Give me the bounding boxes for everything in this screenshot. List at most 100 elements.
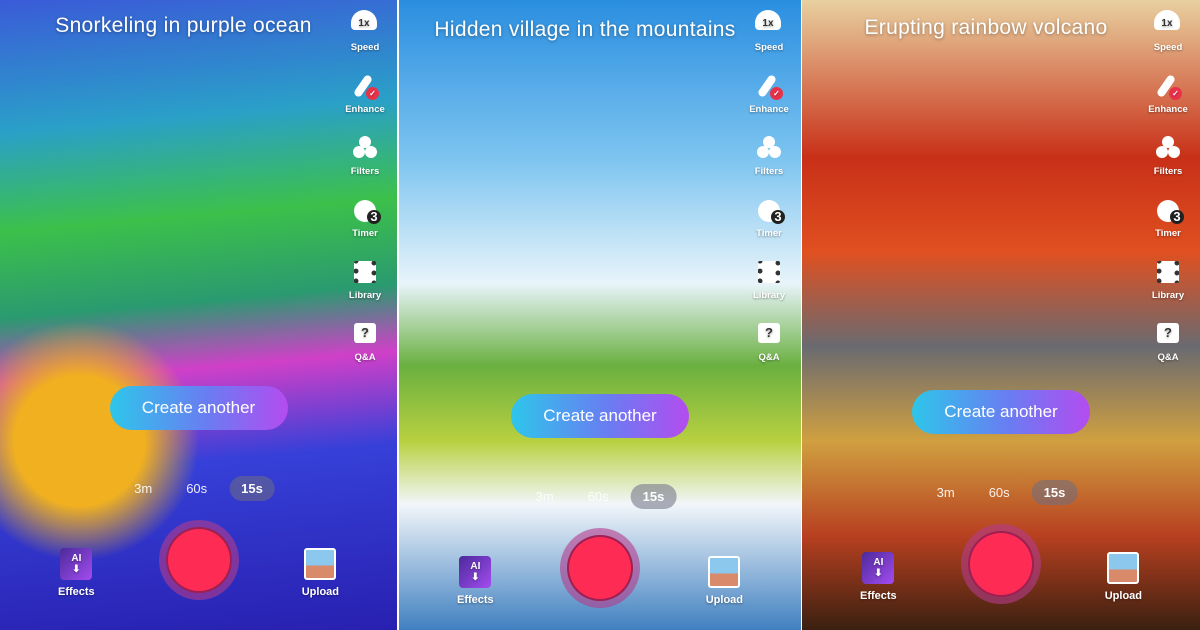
timer-icon: 3 [755,196,785,224]
magic-wand-icon: ✓ [1154,72,1182,100]
duration-tab-3m[interactable]: 3m [524,484,566,509]
camera-panel: Erupting rainbow volcano 1x Speed ✓ Enha… [802,0,1200,630]
side-item-label: Enhance [1148,104,1188,115]
duration-tab-3m[interactable]: 3m [925,480,967,505]
side-item-enhance[interactable]: ✓ Enhance [749,72,789,134]
ai-badge: AI [71,553,82,564]
film-library-icon [351,258,379,286]
create-another-button[interactable]: Create another [109,386,288,430]
side-item-qa[interactable]: ? Q&A [351,320,379,382]
side-item-label: Q&A [1157,352,1179,363]
side-item-timer[interactable]: 3 Timer [1154,196,1184,258]
filters-icon [1154,134,1182,162]
side-item-timer[interactable]: 3 Timer [755,196,785,258]
ai-badge: AI [873,557,884,568]
prompt-title: Hidden village in the mountains [434,18,736,41]
duration-tab-60s[interactable]: 60s [576,484,621,509]
timer-badge: 3 [1170,210,1184,224]
side-item-library[interactable]: Library [349,258,381,320]
image-upload-icon [708,556,741,588]
side-item-filters[interactable]: Filters [1153,134,1183,196]
duration-tabs: 3m 60s 15s [122,476,275,501]
side-item-label: Filters [350,166,380,177]
side-item-label: Enhance [749,104,789,115]
side-item-label: Library [348,290,382,301]
side-toolbar: 1x Speed ✓ Enhance Filters 3 Timer Libra… [339,10,391,382]
side-item-library[interactable]: Library [1152,258,1184,320]
speed-badge: 1x [350,10,377,30]
film-library-icon [755,258,783,286]
side-item-speed[interactable]: 1x Speed [1153,10,1183,72]
side-item-speed[interactable]: 1x Speed [350,10,380,72]
ai-badge: AI [470,561,481,572]
side-item-label: Speed [350,42,380,53]
side-item-enhance[interactable]: ✓ Enhance [345,72,385,134]
side-item-filters[interactable]: Filters [350,134,380,196]
upload-label: Upload [705,594,743,606]
effects-button[interactable]: AI ⬇ Effects [58,548,95,598]
side-item-label: Q&A [354,352,376,363]
side-item-enhance[interactable]: ✓ Enhance [1148,72,1188,134]
side-item-label: Filters [1153,166,1183,177]
create-another-button[interactable]: Create another [511,394,689,438]
side-item-label: Timer [756,228,782,239]
side-item-label: Library [1151,290,1185,301]
speed-gauge-icon: 1x [754,10,783,38]
image-upload-icon [1107,552,1140,584]
duration-tab-60s[interactable]: 60s [174,476,219,501]
side-toolbar: 1x Speed ✓ Enhance Filters 3 Timer Libra… [1142,10,1194,382]
upload-label: Upload [301,586,339,598]
question-bubble-icon: ? [1154,320,1182,348]
image-upload-icon [304,548,337,580]
create-another-button[interactable]: Create another [912,390,1090,434]
record-button[interactable] [961,524,1041,604]
duration-tab-15s[interactable]: 15s [1031,480,1078,505]
side-item-label: Timer [352,228,378,239]
side-item-library[interactable]: Library [753,258,785,320]
timer-badge: 3 [367,210,381,224]
record-dot [567,535,633,601]
duration-tabs: 3m 60s 15s [524,484,677,509]
record-button[interactable] [560,528,640,608]
effects-button[interactable]: AI ⬇ Effects [860,552,897,602]
qa-badge: ? [354,323,376,343]
timer-icon: 3 [1154,196,1184,224]
prompt-title: Snorkeling in purple ocean [55,14,312,37]
side-item-filters[interactable]: Filters [755,134,783,196]
side-item-qa[interactable]: ? Q&A [755,320,783,382]
camera-panel: Snorkeling in purple ocean 1x Speed ✓ En… [0,0,397,630]
side-item-timer[interactable]: 3 Timer [351,196,381,258]
qa-badge: ? [1157,323,1179,343]
upload-button[interactable]: Upload [706,556,743,606]
upload-label: Upload [1104,590,1142,602]
question-bubble-icon: ? [755,320,783,348]
upload-button[interactable]: Upload [302,548,339,598]
duration-tab-15s[interactable]: 15s [229,476,275,501]
question-bubble-icon: ? [351,320,379,348]
record-button[interactable] [158,520,239,600]
record-dot [968,531,1034,597]
filters-icon [351,134,379,162]
effects-button[interactable]: AI ⬇ Effects [457,556,494,606]
duration-tab-15s[interactable]: 15s [630,484,677,509]
effects-label: Effects [58,586,95,598]
duration-tabs: 3m 60s 15s [925,480,1078,505]
qa-badge: ? [758,323,780,343]
duration-tab-3m[interactable]: 3m [122,476,164,501]
ai-effects-icon: AI ⬇ [60,548,93,580]
upload-button[interactable]: Upload [1105,552,1142,602]
speed-badge: 1x [1153,10,1180,30]
timer-badge: 3 [771,210,785,224]
speed-gauge-icon: 1x [1153,10,1182,38]
side-item-speed[interactable]: 1x Speed [754,10,783,72]
duration-tab-60s[interactable]: 60s [977,480,1022,505]
side-item-label: Speed [1153,42,1183,53]
camera-panel: Hidden village in the mountains 1x Speed… [399,0,801,630]
side-item-qa[interactable]: ? Q&A [1154,320,1182,382]
effects-label: Effects [860,590,897,602]
ai-effects-icon: AI ⬇ [862,552,895,584]
record-dot [165,527,232,593]
side-item-label: Q&A [758,352,780,363]
side-item-label: Timer [1155,228,1181,239]
magic-wand-icon: ✓ [755,72,783,100]
